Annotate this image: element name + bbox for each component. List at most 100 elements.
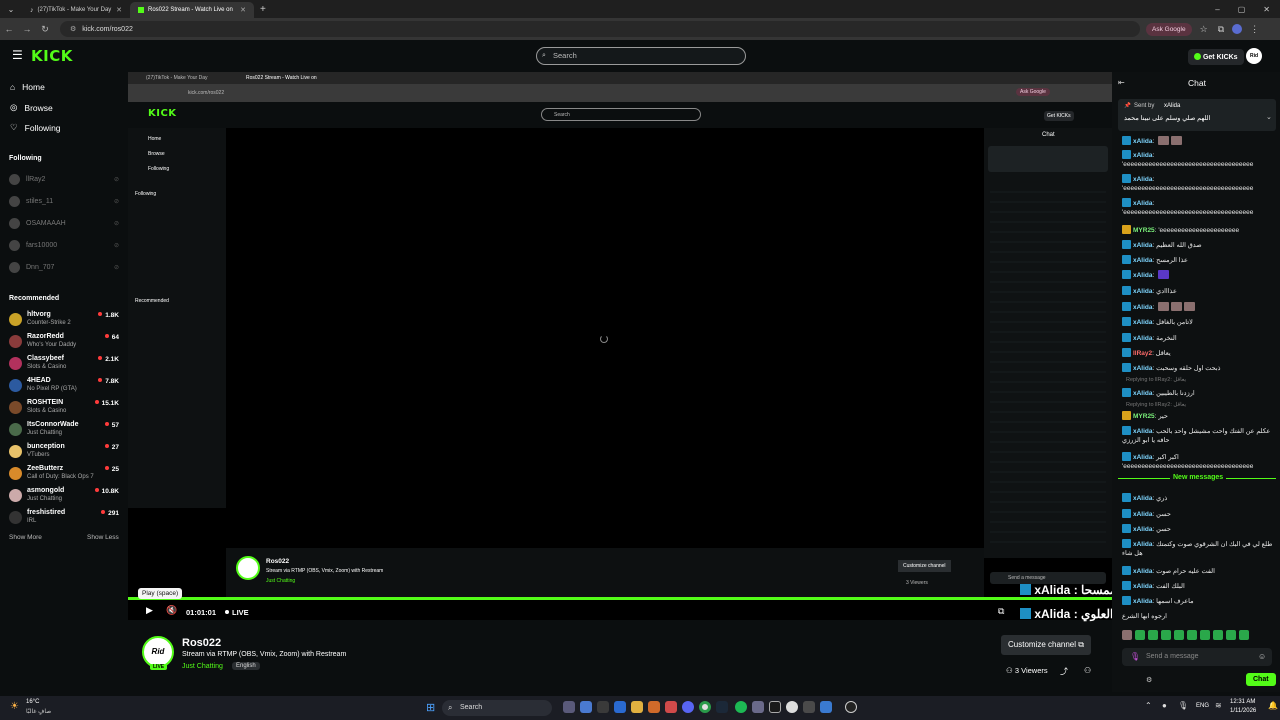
chat-username[interactable]: xAlida [1133,152,1153,159]
steam-icon[interactable] [716,701,728,713]
chat-username[interactable]: xAlida [1133,454,1153,461]
chat-username[interactable]: xAlida [1133,390,1153,397]
chat-username[interactable]: xAlida [1133,598,1153,605]
tab-kick[interactable]: Ros022 Stream - Watch Live on ✕ [130,2,254,18]
chat-username[interactable]: xAlida [1133,365,1153,372]
streamer-name[interactable]: Ros022 [182,637,221,649]
emote-icon[interactable] [1239,630,1249,640]
extensions-icon[interactable]: ⧉ [1218,24,1224,35]
chat-message[interactable]: xAlida: ارزدنا بالطيبين [1122,388,1277,398]
chat-message[interactable]: MYR25: حير [1122,411,1277,421]
obs-icon[interactable] [845,701,857,713]
notifications-icon[interactable]: 🔔 [1268,701,1278,710]
chat-username[interactable]: llRay2 [1133,350,1152,357]
chat-message[interactable]: ارجوه ابها الشرع [1122,612,1277,621]
chat-message[interactable]: xAlida: ذبحت اول حلقه وسحبت [1122,363,1277,373]
following-item[interactable]: stiles_11 ⊘ [9,196,119,207]
send-chat-button[interactable]: Chat [1246,673,1276,686]
chat-message[interactable]: xAlida: [1122,270,1277,280]
customize-channel-button[interactable]: Customize channel ⧉ [1001,635,1091,655]
mic-tray-icon[interactable]: 🎙 [1178,701,1188,710]
maximize-icon[interactable]: ▢ [1238,5,1246,14]
chat-username[interactable]: xAlida [1133,257,1153,264]
chat-message[interactable]: xAlida: النخرمة [1122,333,1277,343]
emote-icon[interactable] [1213,630,1223,640]
following-item[interactable]: fars10000 ⊘ [9,240,119,251]
chat-username[interactable]: xAlida [1133,428,1153,435]
chat-username[interactable]: xAlida [1133,242,1153,249]
app-icon[interactable] [752,701,764,713]
chat-username[interactable]: xAlida [1133,176,1153,183]
theater-mode-icon[interactable]: ⧉ [998,606,1004,617]
chat-username[interactable]: xAlida [1133,272,1153,279]
close-tab-icon[interactable]: ✕ [116,6,122,14]
recommended-item[interactable]: hltvorg Counter-Strike 2 1.8K [9,310,121,328]
emote-icon[interactable] [1200,630,1210,640]
chat-message[interactable]: MYR25: 'eeeeeeeeeeeeeeeeeeeeee [1122,225,1277,235]
chat-username[interactable]: xAlida [1133,304,1153,311]
chat-settings-icon[interactable]: ⚙ [1146,676,1152,684]
new-tab-icon[interactable]: + [260,4,266,15]
ask-google-button[interactable]: Ask Google [1146,22,1192,36]
chat-message[interactable]: xAlida: ماعرف اسمها [1122,596,1277,606]
chat-message[interactable]: 'eeeeeeeeeeeeeeeeeeeeeeeeeeeeeeeeeeee [1122,184,1277,193]
follow-icon[interactable]: ⚇ [1084,666,1091,675]
chat-username[interactable]: xAlida [1133,568,1153,575]
recommended-item[interactable]: bunception VTubers 27 [9,442,121,460]
chat-message[interactable]: xAlida: عذااادي [1122,286,1277,296]
video-player[interactable]: (27)TikTok - Make Your Day Ros022 Stream… [128,72,1112,620]
discord-icon[interactable] [682,701,694,713]
microphone-icon[interactable]: 🎙 [1130,648,1140,666]
chat-username[interactable]: xAlida [1133,138,1153,145]
stream-category[interactable]: Just Chatting [182,663,223,670]
forward-icon[interactable]: → [18,24,36,34]
site-info-icon[interactable]: ⚙ [70,25,76,33]
kick-logo[interactable]: KICK [31,47,73,65]
chat-message[interactable]: xAlida: [1122,174,1277,184]
live-indicator[interactable]: LIVE [225,608,249,617]
mute-icon[interactable]: 🔇 [166,605,177,616]
app-icon[interactable] [820,701,832,713]
chat-message[interactable]: xAlida: [1122,150,1277,160]
chat-message[interactable]: llRay2: يعاقل [1122,348,1277,358]
following-item[interactable]: llRay2 ⊘ [9,174,119,185]
chat-username[interactable]: xAlida [1133,511,1153,518]
chat-message[interactable]: xAlida: [1122,198,1277,208]
chrome-icon[interactable] [699,701,711,713]
chat-message[interactable]: 'eeeeeeeeeeeeeeeeeeeeeeeeeeeeeeeeeeee [1122,462,1277,471]
collapse-chat-icon[interactable]: ⇤ [1118,78,1125,87]
chat-message[interactable]: xAlida: طلع لي في البك ان الشرقوي صوت وك… [1122,539,1277,558]
chat-message[interactable]: xAlida: عذا الرمسح [1122,255,1277,265]
minimize-icon[interactable]: – [1215,5,1219,14]
menu-dots-icon[interactable]: ⋮ [1250,24,1259,35]
bookmark-star-icon[interactable]: ☆ [1200,24,1208,35]
back-icon[interactable]: ← [0,24,18,34]
clock-time[interactable]: 12:31 AM [1230,699,1255,705]
mail-icon[interactable] [614,701,626,713]
tab-tiktok[interactable]: ♪ (27)TikTok - Make Your Day ✕ [22,2,130,18]
chat-message[interactable]: xAlida: عكلم عن الفتك واحت مشيشل واحد با… [1122,426,1277,445]
following-item[interactable]: OSAMAAAH ⊘ [9,218,119,229]
recommended-item[interactable]: 4HEAD No Pixel RP (GTA) 7.8K [9,376,121,394]
store-icon[interactable] [597,701,609,713]
recommended-item[interactable]: ZeeButterz Call of Duty: Black Ops 7 25 [9,464,121,482]
recommended-item[interactable]: ItsConnorWade Just Chatting 57 [9,420,121,438]
chat-message[interactable]: xAlida: حسن [1122,509,1277,519]
wifi-icon[interactable]: ≋ [1215,701,1222,710]
app-icon[interactable] [786,701,798,713]
get-kicks-button[interactable]: Get KICKs [1188,49,1244,65]
url-input[interactable]: ⚙ kick.com/ros022 [60,21,1140,37]
hamburger-menu-icon[interactable]: ☰ [12,48,23,62]
emote-icon[interactable] [1148,630,1158,640]
language-indicator[interactable]: ENG [1196,703,1209,709]
weather-icon[interactable]: ☀ [10,701,19,712]
chat-username[interactable]: xAlida [1133,288,1153,295]
chat-message[interactable]: xAlida: حسن [1122,524,1277,534]
chat-message[interactable]: xAlida: صدق الله العظيم [1122,240,1277,250]
spotify-icon[interactable] [735,701,747,713]
emote-icon[interactable] [1187,630,1197,640]
app-icon[interactable] [665,701,677,713]
app-icon[interactable] [803,701,815,713]
recommended-item[interactable]: asmongold Just Chatting 10.8K [9,486,121,504]
pinned-message[interactable]: 📌 Sent by xAlida اللهم صلي وسلم على نبين… [1118,99,1276,131]
